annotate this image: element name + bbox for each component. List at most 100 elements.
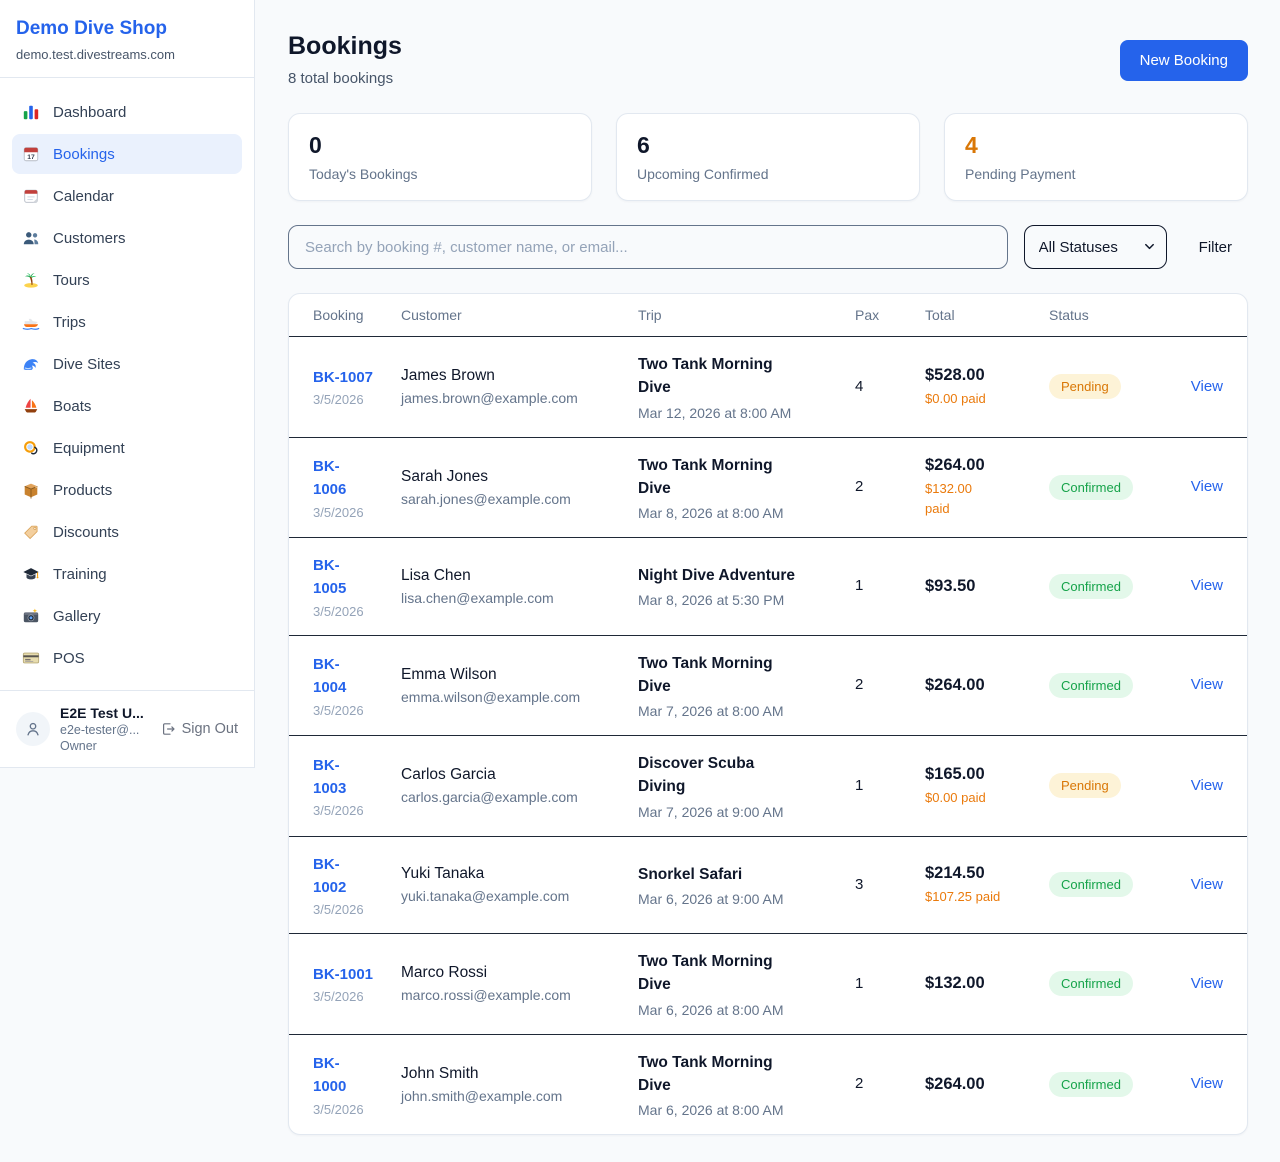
- trip-cell: Discover Scuba DivingMar 7, 2026 at 9:00…: [638, 736, 855, 837]
- filter-button[interactable]: Filter: [1199, 239, 1232, 256]
- sidebar-item-equipment[interactable]: Equipment: [12, 428, 242, 468]
- booking-id-link[interactable]: BK- 1004: [313, 653, 391, 700]
- total-cell: $93.50: [925, 538, 1049, 636]
- status-filter-select[interactable]: All Statuses: [1024, 225, 1167, 269]
- sidebar-item-label: POS: [53, 650, 85, 667]
- pax-value: 2: [855, 478, 863, 495]
- customer-name: Marco Rossi: [401, 964, 628, 982]
- sidebar-item-label: Bookings: [53, 146, 115, 163]
- sign-out-label: Sign Out: [182, 721, 238, 737]
- sidebar-item-bookings[interactable]: 17 Bookings: [12, 134, 242, 174]
- user-name: E2E Test U...: [60, 705, 150, 721]
- dive-sites-icon: [22, 355, 40, 373]
- sidebar-item-dashboard[interactable]: Dashboard: [12, 92, 242, 132]
- sidebar-item-label: Discounts: [53, 524, 119, 541]
- status-cell: Pending: [1049, 337, 1171, 438]
- sign-out-button[interactable]: Sign Out: [160, 721, 238, 737]
- status-badge: Pending: [1049, 773, 1121, 798]
- booking-id-link[interactable]: BK- 1006: [313, 455, 391, 502]
- view-link[interactable]: View: [1191, 1075, 1223, 1092]
- sidebar-item-calendar[interactable]: Calendar: [12, 176, 242, 216]
- customer-email: lisa.chen@example.com: [401, 590, 628, 606]
- view-cell: View: [1171, 635, 1247, 736]
- calendar-icon: [22, 187, 40, 205]
- status-badge: Confirmed: [1049, 475, 1133, 500]
- customer-email: emma.wilson@example.com: [401, 689, 628, 705]
- pax-cell: 2: [855, 437, 925, 538]
- bookings-icon: 17: [22, 145, 40, 163]
- trip-datetime: Mar 6, 2026 at 9:00 AM: [638, 891, 845, 907]
- view-link[interactable]: View: [1191, 378, 1223, 395]
- pos-icon: [22, 649, 40, 667]
- customer-cell: Yuki Tanakayuki.tanaka@example.com: [401, 836, 638, 934]
- booking-date: 3/5/2026: [313, 803, 391, 818]
- table-row: BK- 10033/5/2026Carlos Garciacarlos.garc…: [289, 736, 1247, 837]
- pax-value: 1: [855, 777, 863, 794]
- customer-cell: James Brownjames.brown@example.com: [401, 337, 638, 438]
- sidebar-item-customers[interactable]: Customers: [12, 218, 242, 258]
- sidebar-item-label: Tours: [53, 272, 90, 289]
- view-link[interactable]: View: [1191, 876, 1223, 893]
- table-row: BK-10073/5/2026James Brownjames.brown@ex…: [289, 337, 1247, 438]
- sidebar-item-training[interactable]: Training: [12, 554, 242, 594]
- search-input[interactable]: [288, 225, 1008, 269]
- view-link[interactable]: View: [1191, 478, 1223, 495]
- bookings-table: BookingCustomerTripPaxTotalStatus BK-100…: [289, 294, 1247, 1134]
- booking-date: 3/5/2026: [313, 989, 391, 1004]
- booking-cell: BK-1001 3/5/2026: [289, 934, 401, 1035]
- trip-datetime: Mar 6, 2026 at 8:00 AM: [638, 1002, 845, 1018]
- pax-cell: 2: [855, 1034, 925, 1134]
- pax-cell: 1: [855, 538, 925, 636]
- sidebar-item-trips[interactable]: Trips: [12, 302, 242, 342]
- booking-date: 3/5/2026: [313, 1102, 391, 1117]
- booking-id-link[interactable]: BK-1001: [313, 963, 391, 986]
- sidebar-item-dive-sites[interactable]: Dive Sites: [12, 344, 242, 384]
- stat-card-today-s-bookings: 0Today's Bookings: [288, 113, 592, 201]
- view-cell: View: [1171, 337, 1247, 438]
- booking-id-link[interactable]: BK-1007: [313, 366, 391, 389]
- user-email: e2e-tester@...: [60, 723, 150, 737]
- customer-cell: Lisa Chenlisa.chen@example.com: [401, 538, 638, 636]
- customer-name: John Smith: [401, 1065, 628, 1083]
- table-row: BK- 10023/5/2026Yuki Tanakayuki.tanaka@e…: [289, 836, 1247, 934]
- sidebar-item-pos[interactable]: POS: [12, 638, 242, 678]
- filter-row: All Statuses Filter: [288, 225, 1248, 269]
- booking-id-link[interactable]: BK- 1005: [313, 554, 391, 601]
- pax-value: 3: [855, 876, 863, 893]
- total-amount: $132.00: [925, 974, 1039, 993]
- view-link[interactable]: View: [1191, 676, 1223, 693]
- customer-cell: John Smithjohn.smith@example.com: [401, 1034, 638, 1134]
- sidebar-item-label: Gallery: [53, 608, 101, 625]
- sidebar-item-label: Boats: [53, 398, 91, 415]
- view-link[interactable]: View: [1191, 975, 1223, 992]
- view-link[interactable]: View: [1191, 777, 1223, 794]
- booking-cell: BK- 10053/5/2026: [289, 538, 401, 636]
- sidebar-item-tours[interactable]: Tours: [12, 260, 242, 300]
- trip-datetime: Mar 8, 2026 at 5:30 PM: [638, 592, 845, 608]
- sidebar-item-products[interactable]: Products: [12, 470, 242, 510]
- trip-cell: Snorkel SafariMar 6, 2026 at 9:00 AM: [638, 836, 855, 934]
- column-header-trip: Trip: [638, 294, 855, 337]
- total-paid: $132.00 paid: [925, 479, 1039, 518]
- total-amount: $165.00: [925, 765, 1039, 784]
- status-badge: Confirmed: [1049, 1072, 1133, 1097]
- view-cell: View: [1171, 934, 1247, 1035]
- sidebar-item-label: Dashboard: [53, 104, 126, 121]
- sidebar-item-boats[interactable]: Boats: [12, 386, 242, 426]
- new-booking-button[interactable]: New Booking: [1120, 40, 1248, 81]
- booking-cell: BK- 10023/5/2026: [289, 836, 401, 934]
- trip-name: Discover Scuba Diving: [638, 752, 845, 799]
- user-section: E2E Test U... e2e-tester@... Owner Sign …: [0, 690, 254, 767]
- booking-id-link[interactable]: BK- 1003: [313, 754, 391, 801]
- column-header-actions: [1171, 294, 1247, 337]
- sidebar-item-gallery[interactable]: Gallery: [12, 596, 242, 636]
- view-link[interactable]: View: [1191, 577, 1223, 594]
- booking-id-link[interactable]: BK- 1000: [313, 1052, 391, 1099]
- products-icon: [22, 481, 40, 499]
- sidebar-item-discounts[interactable]: Discounts: [12, 512, 242, 552]
- sidebar-item-label: Training: [53, 566, 107, 583]
- booking-cell: BK- 1003 3/5/2026: [289, 736, 401, 837]
- trip-name: Two Tank Morning Dive: [638, 652, 845, 699]
- stat-card-pending-payment: 4Pending Payment: [944, 113, 1248, 201]
- booking-id-link[interactable]: BK- 1002: [313, 853, 391, 900]
